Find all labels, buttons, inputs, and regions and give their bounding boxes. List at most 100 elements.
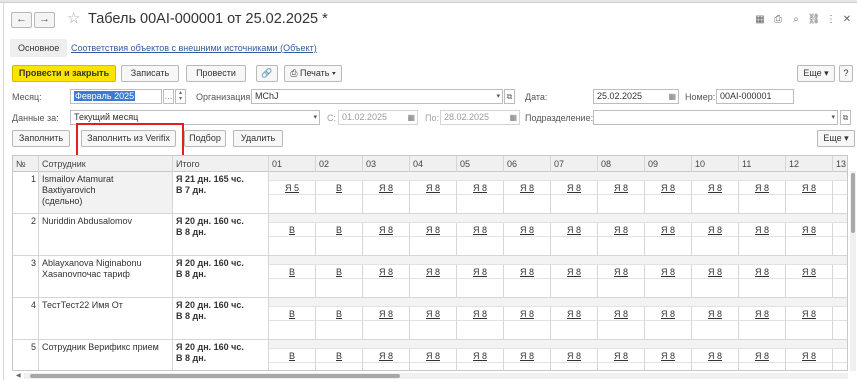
day-cell-secondary[interactable] — [551, 321, 598, 339]
employee-cell[interactable]: ТестТест22 Имя От — [39, 298, 173, 339]
day-cell[interactable]: Я 8 — [739, 349, 786, 363]
day-cell[interactable]: Я 8 — [363, 181, 410, 195]
day-cell[interactable]: В — [269, 265, 316, 279]
header-day[interactable]: 06 — [504, 156, 551, 172]
fill-button[interactable]: Заполнить — [12, 130, 70, 147]
day-cell[interactable]: Я 8 — [786, 349, 833, 363]
day-cell-secondary[interactable] — [692, 363, 739, 370]
day-cell-secondary[interactable] — [363, 237, 410, 255]
open-department-icon[interactable]: ⧉ — [840, 110, 851, 125]
open-organization-icon[interactable]: ⧉ — [504, 89, 515, 104]
header-total[interactable]: Итого — [173, 156, 269, 172]
pick-button[interactable]: Подбор — [184, 130, 226, 147]
day-cell[interactable]: Я 8 — [598, 265, 645, 279]
help-button[interactable]: ? — [839, 65, 853, 82]
day-cell[interactable]: Я 8 — [504, 349, 551, 363]
day-cell-secondary[interactable] — [598, 195, 645, 213]
day-cell[interactable]: Я 8 — [692, 349, 739, 363]
day-cell-secondary[interactable] — [692, 195, 739, 213]
day-cell-secondary[interactable] — [786, 195, 833, 213]
vertical-scrollbar[interactable] — [850, 171, 856, 371]
day-cell-secondary[interactable] — [739, 321, 786, 339]
day-cell[interactable]: Я 8 — [551, 265, 598, 279]
day-cell[interactable]: В — [316, 223, 363, 237]
day-cell[interactable]: Я 8 — [598, 349, 645, 363]
day-cell[interactable]: Я 8 — [598, 223, 645, 237]
day-cell[interactable]: Я 8 — [739, 223, 786, 237]
day-cell-secondary[interactable] — [269, 237, 316, 255]
day-cell[interactable]: Я 8 — [833, 307, 847, 321]
day-cell[interactable]: Я 8 — [786, 265, 833, 279]
day-cell[interactable]: Я 8 — [645, 265, 692, 279]
day-cell[interactable]: Я 8 — [457, 307, 504, 321]
day-cell-secondary[interactable] — [269, 195, 316, 213]
day-cell[interactable]: Я 8 — [457, 223, 504, 237]
day-cell-secondary[interactable] — [786, 237, 833, 255]
day-cell-secondary[interactable] — [457, 279, 504, 297]
day-cell-secondary[interactable] — [833, 279, 847, 297]
day-cell-secondary[interactable] — [645, 363, 692, 370]
day-cell-secondary[interactable] — [504, 195, 551, 213]
day-cell[interactable]: Я 8 — [598, 181, 645, 195]
month-field[interactable]: Февраль 2025 — [70, 89, 162, 104]
day-cell[interactable]: Я 8 — [410, 223, 457, 237]
day-cell-secondary[interactable] — [269, 279, 316, 297]
day-cell[interactable]: Я 8 — [410, 307, 457, 321]
day-cell-secondary[interactable] — [504, 237, 551, 255]
employee-cell[interactable]: Сотрудник Верификс прием — [39, 340, 173, 370]
day-cell-secondary[interactable] — [410, 195, 457, 213]
header-day[interactable]: 05 — [457, 156, 504, 172]
day-cell[interactable]: Я 8 — [363, 307, 410, 321]
day-cell-secondary[interactable] — [833, 321, 847, 339]
day-cell-secondary[interactable] — [739, 195, 786, 213]
day-cell-secondary[interactable] — [692, 321, 739, 339]
table-row[interactable]: 2 Nuriddin Abdusalomov Я 20 дн. 160 чс. В 8… — [13, 214, 847, 256]
day-cell-secondary[interactable] — [457, 321, 504, 339]
header-day[interactable]: 01 — [269, 156, 316, 172]
day-cell-secondary[interactable] — [598, 363, 645, 370]
day-cell-secondary[interactable] — [833, 195, 847, 213]
date-field[interactable]: 25.02.2025 ▦ — [593, 89, 679, 104]
header-day[interactable]: 02 — [316, 156, 363, 172]
day-cell[interactable]: Я 8 — [410, 181, 457, 195]
day-cell[interactable]: Я 8 — [692, 223, 739, 237]
day-cell[interactable]: Я 8 — [692, 181, 739, 195]
preview-icon[interactable]: ⌕ — [789, 13, 803, 27]
month-spin-icon[interactable]: ▴ ▾ — [175, 89, 186, 104]
scroll-left-icon[interactable]: ◀ — [16, 372, 21, 379]
back-button[interactable]: ← — [11, 12, 32, 28]
day-cell[interactable]: Я 8 — [739, 307, 786, 321]
day-cell-secondary[interactable] — [645, 279, 692, 297]
day-cell-secondary[interactable] — [316, 279, 363, 297]
day-cell[interactable]: Я 8 — [457, 349, 504, 363]
day-cell-secondary[interactable] — [316, 363, 363, 370]
day-cell[interactable]: В — [269, 307, 316, 321]
day-cell-secondary[interactable] — [363, 363, 410, 370]
print-dropdown-button[interactable]: ⎙ Печать ▾ — [284, 65, 342, 82]
day-cell-secondary[interactable] — [786, 279, 833, 297]
day-cell[interactable]: Я 8 — [645, 181, 692, 195]
month-select-button[interactable]: … — [163, 89, 174, 104]
header-day[interactable]: 07 — [551, 156, 598, 172]
save-button[interactable]: Записать — [121, 65, 179, 82]
day-cell-secondary[interactable] — [645, 237, 692, 255]
header-num[interactable]: № — [13, 156, 39, 172]
tab-main[interactable]: Основное — [10, 39, 68, 57]
day-cell-secondary[interactable] — [786, 363, 833, 370]
day-cell[interactable]: В — [269, 349, 316, 363]
day-cell-secondary[interactable] — [786, 321, 833, 339]
day-cell-secondary[interactable] — [457, 363, 504, 370]
day-cell[interactable]: Я 8 — [410, 349, 457, 363]
horizontal-scrollbar[interactable]: ◀ — [16, 373, 848, 379]
to-date-field[interactable]: 28.02.2025 ▦ — [440, 110, 520, 125]
header-day[interactable]: 10 — [692, 156, 739, 172]
day-cell[interactable]: Я 8 — [551, 349, 598, 363]
day-cell[interactable]: Я 8 — [786, 181, 833, 195]
day-cell-secondary[interactable] — [551, 363, 598, 370]
day-cell[interactable]: Я 8 — [692, 307, 739, 321]
day-cell-secondary[interactable] — [692, 279, 739, 297]
timesheet-table[interactable]: № Сотрудник Итого 01 02 03 04 05 06 07 08 09 10 11… — [12, 155, 848, 371]
day-cell[interactable]: Я 8 — [786, 223, 833, 237]
organization-field[interactable]: MChJ ▾ — [251, 89, 503, 104]
day-cell[interactable]: Я 8 — [739, 265, 786, 279]
